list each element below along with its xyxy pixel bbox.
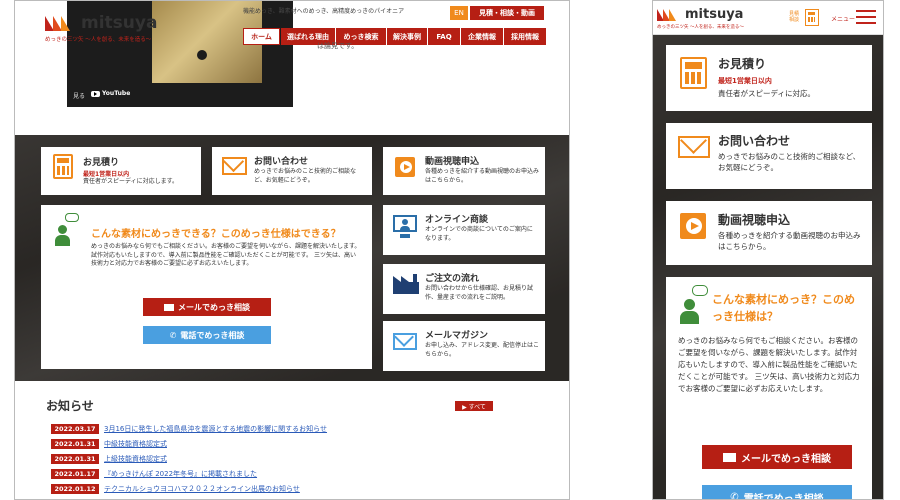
logo-mark-icon bbox=[657, 9, 685, 21]
estimate-title: お見積り bbox=[83, 158, 120, 168]
mobile-contact-section: お見積り 最短1営業日以内 責任者がスピーディに対応。 お問い合わせ めっきでお… bbox=[653, 35, 883, 500]
desktop-view: 見る YouTube mitsuya めっきの三ツ矢 ～人を創る、未来を造る～ … bbox=[14, 0, 570, 500]
person-chat-icon bbox=[55, 213, 79, 247]
mobile-inquiry-title: お問い合わせ bbox=[718, 134, 791, 148]
lang-button[interactable]: EN bbox=[450, 6, 468, 20]
video-request-card[interactable]: 動画視聴申込 各種めっきを紹介する動画視聴のお申込みはこちらから。 bbox=[383, 147, 545, 195]
newsletter-icon bbox=[393, 327, 417, 350]
watch-on-label: 見る bbox=[73, 93, 86, 100]
mobile-logo-tagline: めっきの三ツ矢 ～人を創る、未来を造る～ bbox=[657, 25, 744, 30]
mobile-logo[interactable]: mitsuya めっきの三ツ矢 ～人を創る、未来を造る～ bbox=[657, 7, 767, 33]
news-all-link[interactable]: ▶ すべて bbox=[455, 401, 493, 411]
mobile-estimate-desc: 責任者がスピーディに対応。 bbox=[718, 89, 815, 98]
news-item[interactable]: 2022.01.31 上級技能資格認定式 bbox=[51, 453, 167, 465]
newsletter-card[interactable]: メールマガジン お申し込み、アドレス変更、配信停止はこちらから。 bbox=[383, 321, 545, 371]
logo-tagline: めっきの三ツ矢 ～人を創る、未来を造る～ bbox=[45, 37, 152, 43]
video-request-desc: 各種めっきを紹介する動画視聴のお申込みはこちらから。 bbox=[425, 168, 540, 184]
nav-faq[interactable]: FAQ bbox=[428, 28, 460, 45]
mail-icon bbox=[678, 127, 710, 158]
logo-mark-icon bbox=[45, 16, 79, 31]
logo[interactable]: mitsuya めっきの三ツ矢 ～人を創る、未来を造る～ bbox=[45, 13, 175, 45]
nav-case-studies[interactable]: 解決事例 bbox=[387, 28, 427, 45]
estimate-sub: 最短1営業日以内 bbox=[83, 171, 130, 178]
mobile-inquiry-card[interactable]: お問い合わせ めっきでお悩みのこと技術的ご相談など、お気軽にどうぞ。 bbox=[666, 123, 872, 189]
mobile-estimate-card[interactable]: お見積り 最短1営業日以内 責任者がスピーディに対応。 bbox=[666, 45, 872, 111]
newsletter-title: メールマガジン bbox=[425, 331, 489, 341]
contact-section: お見積り 最短1営業日以内 責任者がスピーディに対応します。 お問い合わせ めっ… bbox=[15, 135, 569, 381]
mobile-inquiry-desc: めっきでお悩みのこと技術的ご相談など、お気軽にどうぞ。 bbox=[718, 152, 861, 172]
plate-hole bbox=[197, 50, 207, 60]
person-chat-icon bbox=[680, 285, 708, 325]
nav-company[interactable]: 企業情報 bbox=[461, 28, 503, 45]
inquiry-desc: めっきでお悩みのこと技術的ご相談など、お気軽にどうぞ。 bbox=[254, 168, 357, 184]
monitor-icon bbox=[393, 215, 417, 238]
online-meeting-title: オンライン商談 bbox=[425, 215, 489, 225]
news-item[interactable]: 2022.01.17 『めっきけんぽ 2022年冬号』に掲載されました bbox=[51, 468, 257, 480]
calculator-icon bbox=[680, 57, 707, 89]
nav-recruit[interactable]: 採用情報 bbox=[504, 28, 546, 45]
factory-icon bbox=[393, 274, 419, 294]
mobile-consult-heading: こんな素材にめっき？このめっき仕様は？ bbox=[712, 293, 855, 324]
mobile-mail-consult-button[interactable]: メールでめっき相談 bbox=[702, 445, 852, 469]
tel-consult-button[interactable]: ✆ 電話でめっき相談 bbox=[143, 326, 271, 344]
mobile-header: mitsuya めっきの三ツ矢 ～人を創る、未来を造る～ 見積相談 メニュー bbox=[653, 1, 883, 35]
mail-icon bbox=[222, 150, 247, 175]
youtube-logo-icon[interactable]: YouTube bbox=[91, 90, 130, 97]
play-icon bbox=[680, 213, 706, 239]
consult-card: こんな素材にめっきできる？このめっき仕様はできる？ めっきのお悩みなら何でもご相… bbox=[41, 205, 372, 369]
nav-home[interactable]: ホーム bbox=[243, 28, 280, 45]
estimate-cta-button[interactable]: 見積・相談・動画 bbox=[470, 6, 544, 20]
mobile-video-request-card[interactable]: 動画視聴申込 各種めっきを紹介する動画視聴のお申込みはこちらから。 bbox=[666, 201, 872, 265]
order-flow-card[interactable]: ご注文の流れ お問い合わせから仕様確認、お見積り試作、量産までの流れをご説明。 bbox=[383, 264, 545, 314]
mobile-estimate-label[interactable]: 見積相談 bbox=[789, 11, 803, 23]
news-item[interactable]: 2022.01.31 中級技能資格認定式 bbox=[51, 438, 167, 450]
calculator-icon bbox=[53, 154, 73, 179]
online-meeting-desc: オンラインでの商談についてのご案内になります。 bbox=[425, 226, 533, 242]
news-item[interactable]: 2022.01.12 テクニカルショウヨコハマ２０２２オンライン出展のお知らせ bbox=[51, 483, 300, 495]
consult-heading: こんな素材にめっきできる？このめっき仕様はできる？ bbox=[91, 229, 341, 240]
news-item[interactable]: 2022.03.17 3月16日に発生した福島県沖を震源とする地震の影響に関するお… bbox=[51, 423, 327, 435]
hamburger-menu-icon[interactable] bbox=[856, 10, 876, 24]
mobile-view: mitsuya めっきの三ツ矢 ～人を創る、未来を造る～ 見積相談 メニュー お… bbox=[652, 0, 884, 500]
order-flow-title: ご注文の流れ bbox=[425, 274, 480, 284]
mobile-video-request-title: 動画視聴申込 bbox=[718, 213, 791, 227]
mobile-menu-label[interactable]: メニュー bbox=[831, 14, 855, 23]
mobile-consult-card: こんな素材にめっき？このめっき仕様は？ めっきのお悩みなら何でもご相談ください。… bbox=[666, 277, 872, 500]
mobile-estimate-title: お見積り bbox=[718, 57, 767, 71]
envelope-icon bbox=[164, 303, 174, 311]
top-tagline: 機能めっき、難素材へのめっき、高精度めっきのパイオニア bbox=[243, 8, 405, 15]
video-request-title: 動画視聴申込 bbox=[425, 157, 480, 167]
mobile-estimate-icon[interactable] bbox=[805, 9, 819, 26]
online-meeting-card[interactable]: オンライン商談 オンラインでの商談についてのご案内になります。 bbox=[383, 205, 545, 255]
hero-text-fragment: は論見です。 bbox=[317, 42, 359, 50]
estimate-desc: 責任者がスピーディに対応します。 bbox=[83, 178, 178, 185]
consult-body: めっきのお悩みなら何でもご相談ください。お客様のご要望を伺いながら、課題を解決い… bbox=[91, 243, 361, 268]
phone-icon: ✆ bbox=[730, 491, 739, 500]
estimate-card[interactable]: お見積り 最短1営業日以内 責任者がスピーディに対応します。 bbox=[41, 147, 201, 195]
mobile-consult-body: めっきのお悩みなら何でもご相談ください。お客様のご要望を伺いながら、課題を解決い… bbox=[678, 336, 860, 393]
inquiry-title: お問い合わせ bbox=[254, 157, 309, 167]
newsletter-desc: お申し込み、アドレス変更、配信停止はこちらから。 bbox=[425, 342, 540, 358]
order-flow-desc: お問い合わせから仕様確認、お見積り試作、量産までの流れをご説明。 bbox=[425, 285, 534, 301]
mobile-estimate-sub: 最短1営業日以内 bbox=[718, 77, 772, 85]
logo-text: mitsuya bbox=[81, 13, 158, 33]
mobile-video-request-desc: 各種めっきを紹介する動画視聴のお申込みはこちらから。 bbox=[718, 231, 861, 251]
mail-consult-button[interactable]: メールでめっき相談 bbox=[143, 298, 271, 316]
envelope-icon bbox=[723, 452, 736, 462]
mobile-tel-consult-button[interactable]: ✆ 電話でめっき相談 bbox=[702, 485, 852, 500]
inquiry-card[interactable]: お問い合わせ めっきでお悩みのこと技術的ご相談など、お気軽にどうぞ。 bbox=[212, 147, 372, 195]
play-icon bbox=[395, 157, 415, 177]
news-title: お知らせ bbox=[46, 399, 94, 413]
mobile-logo-text: mitsuya bbox=[685, 7, 744, 22]
phone-icon: ✆ bbox=[169, 330, 177, 340]
